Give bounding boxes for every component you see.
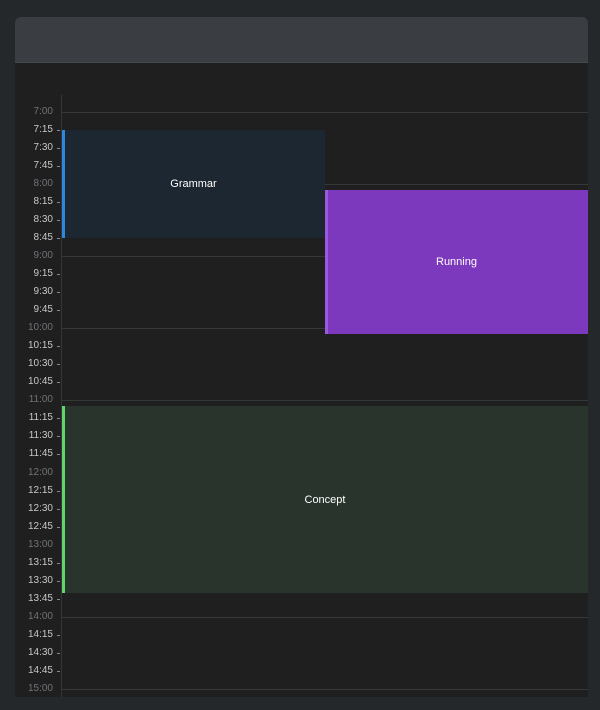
hour-gridline (61, 616, 588, 618)
hour-gridline (61, 112, 588, 113)
time-slot-label: 7:45 (33, 160, 53, 172)
slot-tick (57, 598, 60, 600)
slot-tick (57, 346, 60, 348)
slot-tick (57, 220, 60, 222)
time-slot-label: 8:30 (33, 214, 53, 226)
time-slot-label: 10:45 (27, 376, 53, 388)
time-slot-label: 9:45 (33, 304, 53, 316)
slot-tick (57, 238, 60, 240)
time-slot-label: 13:45 (27, 592, 53, 604)
slot-tick (57, 526, 60, 528)
event-accent-bar (325, 190, 328, 335)
slot-tick (57, 508, 60, 510)
event-accent-bar (62, 406, 65, 593)
event-title: Grammar (170, 178, 217, 191)
slot-tick (57, 490, 60, 492)
slot-tick (57, 652, 60, 654)
time-slot-label: 13:15 (27, 556, 53, 568)
time-slot-label: 11:15 (28, 412, 53, 424)
time-slot-label: 7:30 (33, 142, 53, 154)
event-title: Concept (304, 493, 346, 506)
time-slot-label: 12:15 (27, 484, 53, 496)
time-slot-label: 11:30 (28, 430, 53, 442)
slot-tick (57, 580, 60, 582)
time-slot-label: 8:00 (33, 178, 53, 190)
time-slot-label: 14:45 (27, 664, 53, 676)
slot-tick (57, 670, 60, 672)
time-slot-label: 12:45 (27, 520, 53, 532)
time-slot-label: 14:30 (27, 646, 53, 658)
time-slot-label: 10:15 (27, 340, 53, 352)
event-concept[interactable]: Concept (62, 406, 588, 593)
slot-tick (57, 454, 60, 456)
time-slot-label: 10:30 (27, 358, 53, 370)
slot-tick (57, 364, 60, 366)
time-slot-label: 9:30 (33, 286, 53, 298)
calendar-panel: 7:00 7:15 7:30 7:45 8:00 8:15 8:30 8:45 9:00 9:15… (15, 17, 588, 697)
slot-tick (57, 436, 60, 438)
time-slot-label: 13:30 (27, 574, 53, 586)
time-slot-label: 14:00 (27, 610, 53, 622)
time-slot-label: 8:15 (33, 196, 53, 208)
day-time-grid[interactable]: 7:00 7:15 7:30 7:45 8:00 8:15 8:30 8:45 9:00 9:15… (15, 17, 588, 697)
time-slot-label: 10:00 (27, 322, 53, 334)
time-slot-label: 9:00 (33, 250, 53, 262)
event-running[interactable]: Running (325, 190, 588, 335)
time-slot-label: 7:15 (33, 124, 53, 136)
slot-tick (57, 382, 60, 384)
slot-tick (57, 292, 60, 294)
time-slot-label: 13:00 (27, 538, 53, 550)
hour-gridline (61, 688, 588, 690)
time-slot-label: 11:00 (28, 394, 53, 406)
slot-tick (57, 148, 60, 150)
event-title: Running (436, 256, 477, 269)
hour-gridline (61, 400, 588, 402)
slot-tick (57, 202, 60, 204)
slot-tick (57, 562, 60, 564)
time-slot-label: 8:45 (33, 232, 53, 244)
time-slot-label: 11:45 (28, 448, 53, 460)
time-slot-label: 12:00 (27, 466, 53, 478)
time-slot-label: 7:00 (33, 106, 53, 117)
slot-tick (57, 310, 60, 312)
slot-tick (57, 130, 60, 132)
time-slot-label: 12:30 (27, 502, 53, 514)
slot-tick (57, 166, 60, 168)
event-grammar[interactable]: Grammar (62, 130, 325, 239)
time-slot-label: 14:15 (27, 628, 53, 640)
event-accent-bar (62, 130, 65, 239)
slot-tick (57, 634, 60, 636)
time-slot-label: 9:15 (33, 268, 53, 280)
slot-tick (57, 418, 60, 420)
time-slot-label: 15:00 (27, 682, 53, 694)
slot-tick (57, 274, 60, 276)
